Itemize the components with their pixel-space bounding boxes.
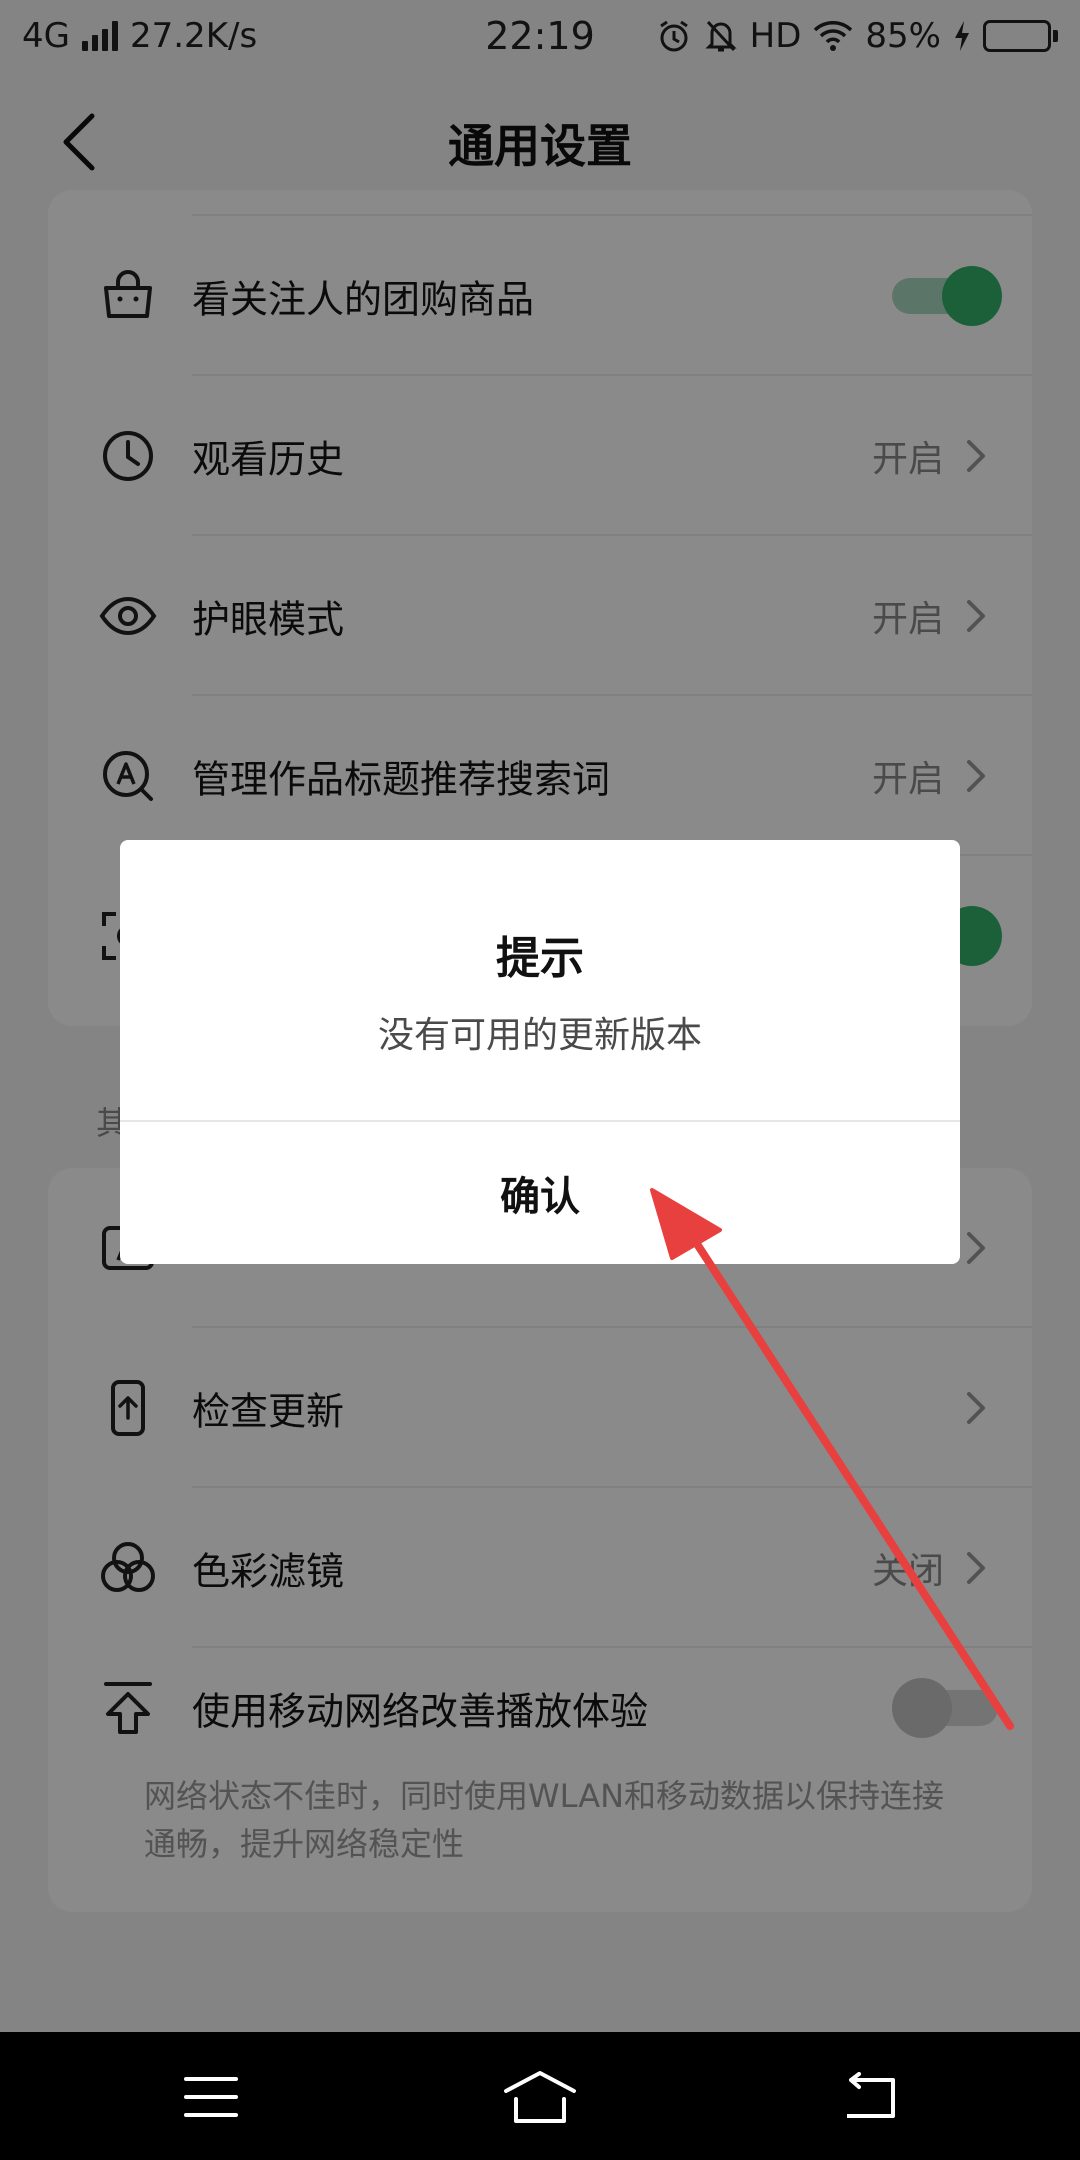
back-nav-icon — [847, 2072, 895, 2118]
menu-icon — [184, 2077, 238, 2117]
dialog-message: 没有可用的更新版本 — [377, 1015, 702, 1056]
home-icon — [504, 2071, 576, 2123]
navigation-bar — [0, 2032, 1080, 2160]
dialog-title: 提示 — [496, 933, 584, 984]
home-button[interactable] — [495, 2062, 585, 2132]
back-nav-button[interactable] — [824, 2062, 914, 2132]
screen: 4G 27.2K/s 22:19 HD 85% 通用设置 看关注人的团购商品 观… — [0, 0, 1080, 2160]
update-dialog: 提示 没有可用的更新版本 确认 — [120, 840, 960, 1264]
menu-button[interactable] — [166, 2062, 256, 2132]
confirm-button[interactable]: 确认 — [120, 1122, 960, 1264]
